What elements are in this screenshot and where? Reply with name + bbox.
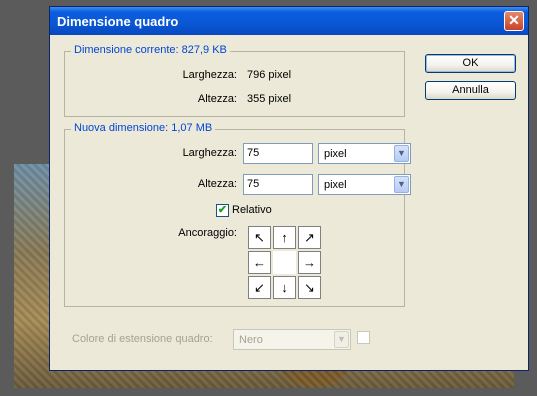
- anchor-label: Ancoraggio:: [178, 227, 237, 239]
- canvas-size-dialog: Dimensione quadro ✕ Dimensione corrente:…: [49, 6, 529, 371]
- new-width-label: Larghezza:: [182, 147, 237, 159]
- close-icon: ✕: [508, 12, 520, 28]
- current-height-value: 355 pixel: [247, 93, 292, 105]
- anchor-top-left[interactable]: ↖: [248, 226, 271, 249]
- width-unit-value: pixel: [324, 148, 347, 160]
- extension-color-select[interactable]: Nero ▼: [233, 329, 351, 350]
- current-width-label: Larghezza:: [182, 69, 237, 81]
- relative-label[interactable]: Relativo: [232, 204, 272, 216]
- anchor-bottom-left[interactable]: ↙: [248, 276, 271, 299]
- anchor-right[interactable]: →: [298, 251, 321, 274]
- relative-checkbox[interactable]: ✔: [216, 204, 229, 217]
- width-input[interactable]: 75: [243, 143, 313, 164]
- extension-color-swatch[interactable]: [357, 331, 370, 344]
- chevron-down-icon[interactable]: ▼: [394, 176, 409, 193]
- anchor-left[interactable]: ←: [248, 251, 271, 274]
- chevron-down-icon[interactable]: ▼: [334, 331, 349, 348]
- cancel-button[interactable]: Annulla: [425, 81, 516, 100]
- title-bar[interactable]: Dimensione quadro ✕: [50, 7, 528, 35]
- ok-button[interactable]: OK: [425, 54, 516, 73]
- dialog-title: Dimensione quadro: [57, 14, 179, 29]
- anchor-bottom-right[interactable]: ↘: [298, 276, 321, 299]
- extension-color-label: Colore di estensione quadro:: [72, 333, 213, 345]
- new-size-label: Nuova dimensione: 1,07 MB: [71, 122, 216, 134]
- chevron-down-icon[interactable]: ▼: [394, 145, 409, 162]
- close-button[interactable]: ✕: [504, 11, 524, 31]
- current-size-group: Dimensione corrente: 827,9 KB Larghezza:…: [64, 44, 405, 117]
- new-height-label: Altezza:: [197, 178, 237, 190]
- dialog-body: Dimensione corrente: 827,9 KB Larghezza:…: [53, 35, 525, 367]
- anchor-top-right[interactable]: ↗: [298, 226, 321, 249]
- anchor-top[interactable]: ↑: [273, 226, 296, 249]
- extension-color-value: Nero: [239, 334, 263, 346]
- current-height-label: Altezza:: [197, 93, 237, 105]
- height-unit-select[interactable]: pixel ▼: [318, 174, 411, 195]
- width-unit-select[interactable]: pixel ▼: [318, 143, 411, 164]
- current-size-label: Dimensione corrente: 827,9 KB: [71, 44, 230, 56]
- height-input[interactable]: 75: [243, 174, 313, 195]
- new-size-group: Nuova dimensione: 1,07 MB Larghezza: 75 …: [64, 122, 411, 307]
- height-unit-value: pixel: [324, 179, 347, 191]
- anchor-center[interactable]: [273, 251, 296, 274]
- anchor-bottom[interactable]: ↓: [273, 276, 296, 299]
- current-width-value: 796 pixel: [247, 69, 292, 81]
